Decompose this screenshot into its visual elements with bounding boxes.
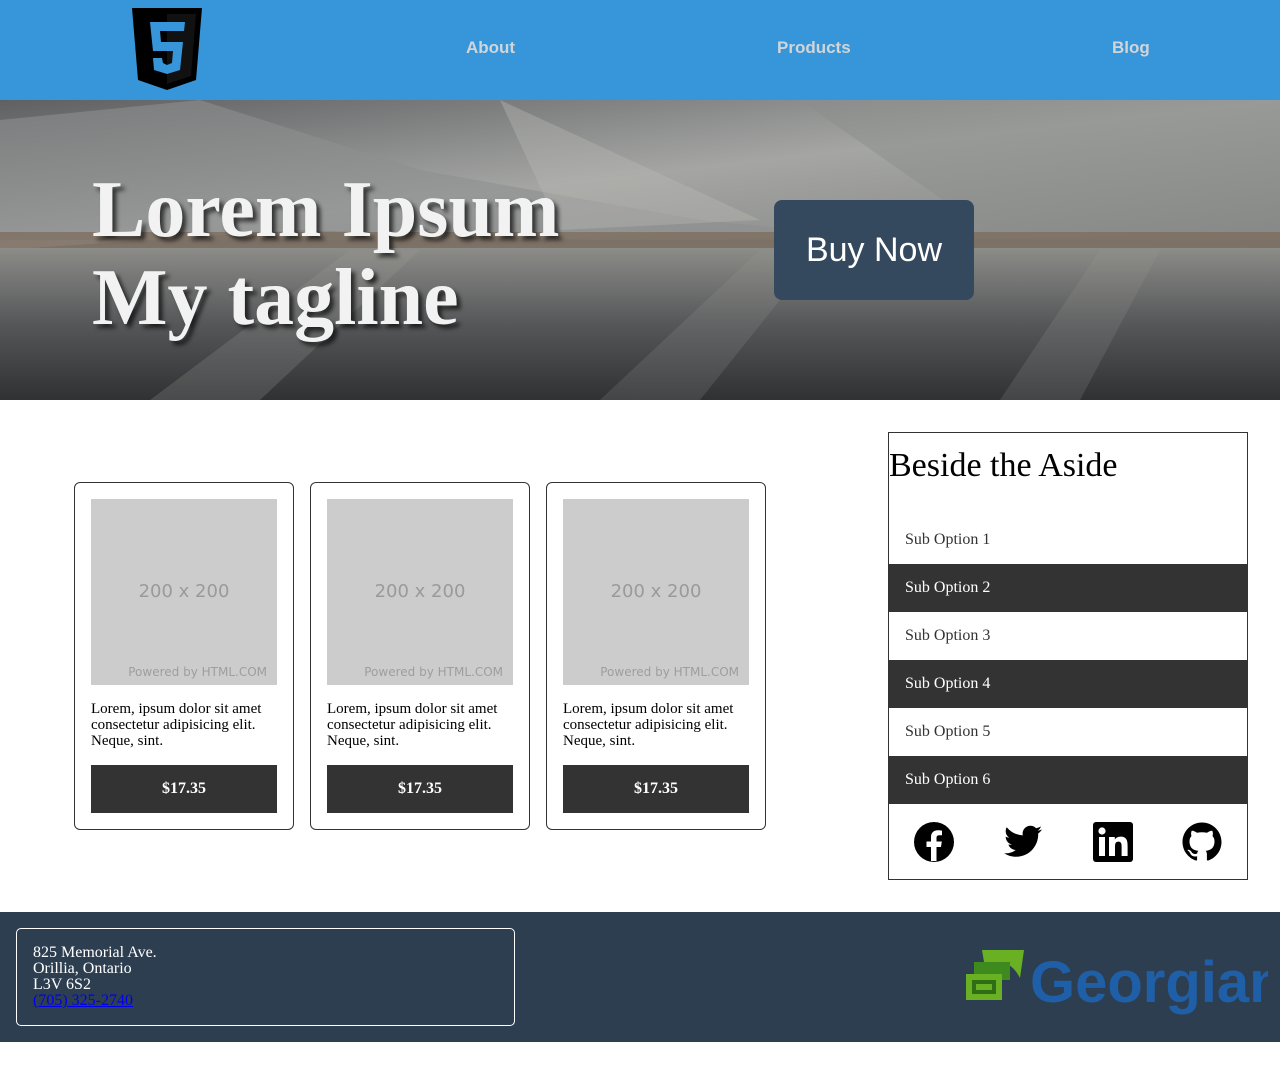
facebook-icon[interactable] [913,821,955,863]
linkedin-icon[interactable] [1092,821,1134,863]
placeholder-size-label: 200 x 200 [138,581,230,602]
sub-option-1[interactable]: Sub Option 1 [889,516,1247,564]
aside-panel: Beside the Aside Sub Option 1 Sub Option… [888,432,1248,880]
address-city: Orillia, Ontario [33,960,132,977]
georgian-leaf-icon [966,950,1024,1000]
placeholder-credit: Powered by HTML.COM [364,665,503,679]
product-card: 200 x 200 Powered by HTML.COM Lorem, ips… [74,482,294,830]
sub-option-5[interactable]: Sub Option 5 [889,708,1247,756]
product-image-placeholder: 200 x 200 Powered by HTML.COM [91,499,277,685]
hero-tagline: My tagline [92,254,459,342]
hero-title-line1: Lorem Ipsum [92,166,560,254]
price-button[interactable]: $17.35 [327,765,513,813]
georgian-wordmark: Georgian [1030,950,1268,1015]
sub-option-4[interactable]: Sub Option 4 [889,660,1247,708]
site-footer: 825 Memorial Ave. Orillia, Ontario L3V 6… [0,912,1280,1042]
placeholder-credit: Powered by HTML.COM [128,665,267,679]
buy-now-button[interactable]: Buy Now [774,200,974,300]
hero-title: Lorem Ipsum My tagline [92,166,559,342]
nav-about[interactable]: About [466,38,515,58]
twitter-icon[interactable] [1002,821,1044,863]
product-card: 200 x 200 Powered by HTML.COM Lorem, ips… [546,482,766,830]
price-button[interactable]: $17.35 [91,765,277,813]
product-image-placeholder: 200 x 200 Powered by HTML.COM [327,499,513,685]
placeholder-credit: Powered by HTML.COM [600,665,739,679]
nav-products[interactable]: Products [777,38,851,58]
nav-blog[interactable]: Blog [1112,38,1150,58]
product-description: Lorem, ipsum dolor sit amet consectetur … [91,701,262,749]
product-description: Lorem, ipsum dolor sit amet consectetur … [563,701,734,749]
site-header: About Products Blog [0,0,1280,100]
price-button[interactable]: $17.35 [563,765,749,813]
sub-option-2[interactable]: Sub Option 2 [889,564,1247,612]
placeholder-size-label: 200 x 200 [610,581,702,602]
html5-logo-icon[interactable] [132,8,202,90]
address-street: 825 Memorial Ave. [33,944,157,961]
product-image-placeholder: 200 x 200 Powered by HTML.COM [563,499,749,685]
address-postal: L3V 6S2 [33,976,91,993]
aside-title: Beside the Aside [889,447,1118,484]
product-description: Lorem, ipsum dolor sit amet consectetur … [327,701,498,749]
address-box: 825 Memorial Ave. Orillia, Ontario L3V 6… [16,928,515,1026]
github-icon[interactable] [1181,821,1223,863]
sub-option-6[interactable]: Sub Option 6 [889,756,1247,804]
hero-banner: Lorem Ipsum My tagline Buy Now [0,100,1280,400]
placeholder-size-label: 200 x 200 [374,581,466,602]
phone-link[interactable]: (705) 325-2740 [33,992,133,1009]
sub-option-3[interactable]: Sub Option 3 [889,612,1247,660]
georgian-logo[interactable]: Georgian [962,940,1268,1020]
product-card: 200 x 200 Powered by HTML.COM Lorem, ips… [310,482,530,830]
